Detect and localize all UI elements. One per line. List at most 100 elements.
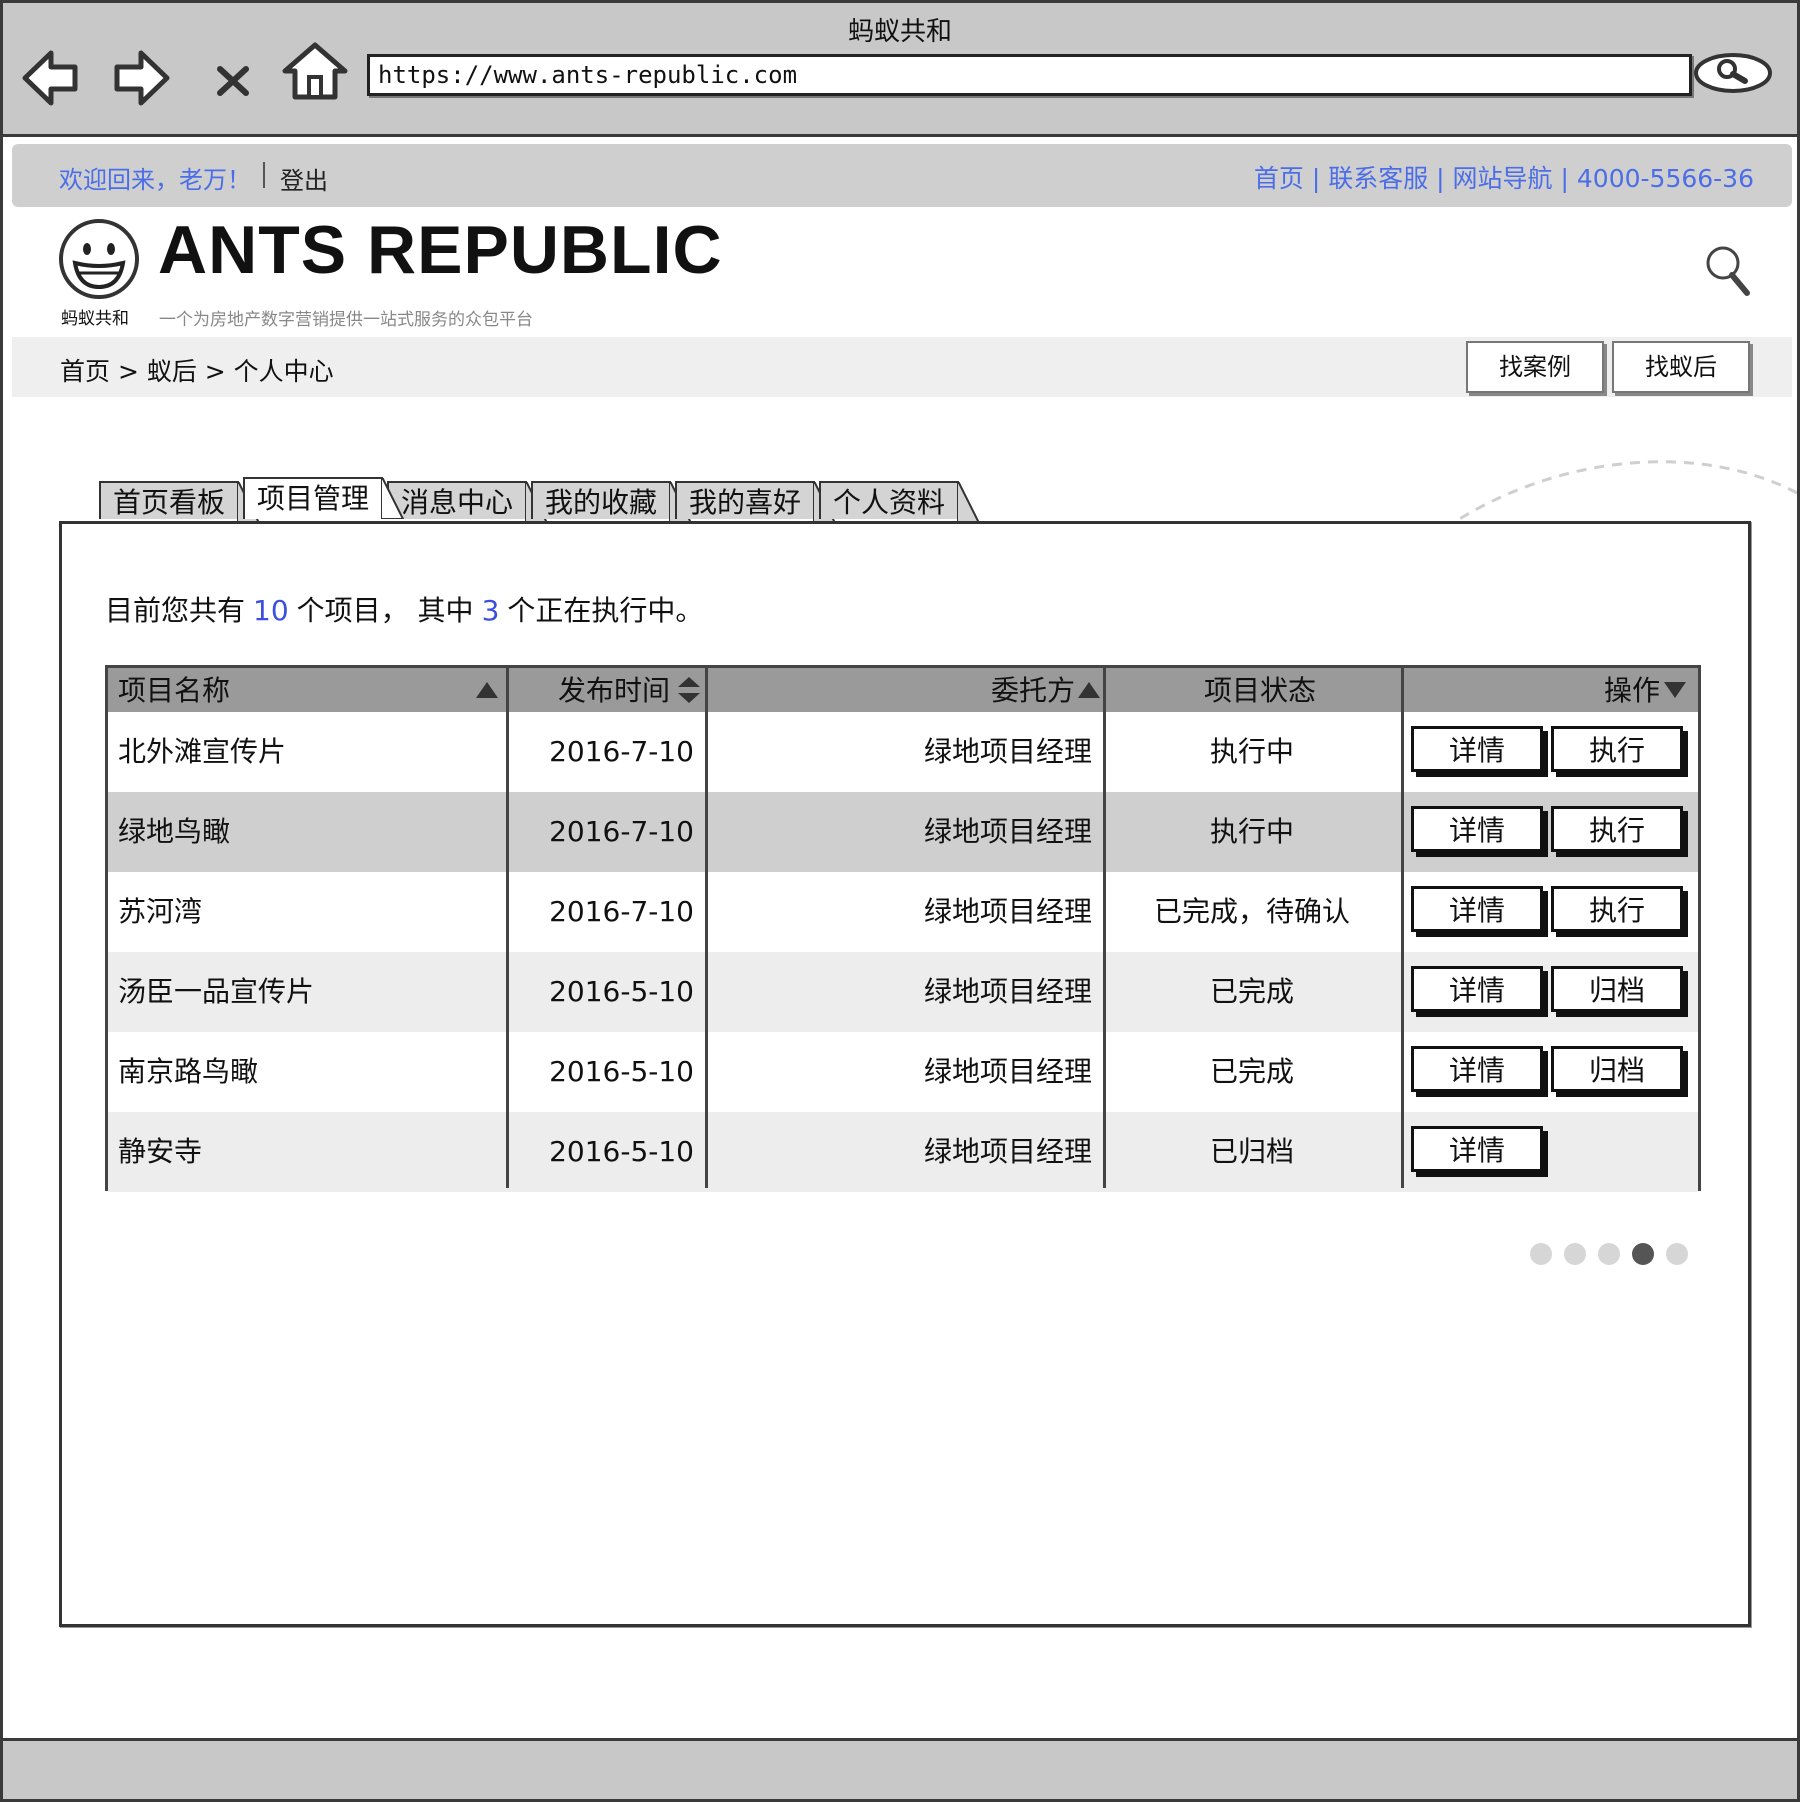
tab-label: 项目管理 (257, 482, 370, 515)
magnifier-icon[interactable] (1703, 243, 1755, 301)
sort-desc-icon[interactable] (1660, 668, 1690, 712)
running-count: 3 (481, 594, 500, 627)
tab-messages[interactable]: 消息中心 (387, 481, 549, 523)
publish-date-cell: 2016-7-10 (549, 815, 694, 848)
logo-caption: 蚂蚁共和 (61, 309, 129, 329)
status-cell: 已完成，待确认 (1153, 895, 1350, 928)
archive-button[interactable]: 归档 (1551, 1046, 1683, 1092)
page-dot[interactable] (1666, 1243, 1688, 1265)
page-dot[interactable] (1564, 1243, 1586, 1265)
header-label: 项目名称 (118, 674, 231, 707)
project-summary: 目前您共有 10 个项目， 其中 3 个正在执行中。 (105, 589, 703, 629)
client-cell: 绿地项目经理 (923, 1055, 1092, 1088)
detail-button[interactable]: 详情 (1411, 966, 1543, 1012)
tab-corner (957, 482, 981, 523)
detail-button[interactable]: 详情 (1411, 806, 1543, 852)
header-status[interactable]: 项目状态 (1204, 668, 1316, 712)
brand-slogan: 一个为房地产数字营销提供一站式服务的众包平台 (159, 310, 533, 330)
tab-label: 我的收藏 (545, 486, 658, 519)
status-cell: 执行中 (1209, 735, 1294, 768)
page-dot[interactable] (1632, 1243, 1654, 1265)
find-case-button[interactable]: 找案例 (1466, 341, 1604, 393)
detail-button[interactable]: 详情 (1411, 1046, 1543, 1092)
tab-label: 个人资料 (833, 486, 946, 519)
column-divider (705, 668, 708, 1188)
client-cell: 绿地项目经理 (923, 735, 1092, 768)
top-bar: 欢迎回来，老万！ 登出 首页 | 联系客服 | 网站导航 | 4000-5566… (12, 144, 1792, 207)
tab-dashboard[interactable]: 首页看板 (99, 481, 261, 523)
header-publish-time[interactable]: 发布时间 (558, 668, 670, 712)
project-table: 项目名称 发布时间 委托方 项目状态 操作 北外滩宣传片 2016-7-10 绿… (105, 665, 1701, 1192)
status-cell: 执行中 (1209, 815, 1294, 848)
tab-favorites[interactable]: 我的收藏 (531, 481, 693, 523)
home-link[interactable]: 首页 (1254, 164, 1304, 193)
url-input[interactable]: https://www.ants-republic.com (367, 54, 1692, 96)
header-actions[interactable]: 操作 (1604, 668, 1660, 712)
link-separator: | (1552, 164, 1577, 193)
table-row: 苏河湾 2016-7-10 绿地项目经理 已完成，待确认 详情 执行 (108, 872, 1698, 952)
detail-button[interactable]: 详情 (1411, 886, 1543, 932)
browser-status-bar (3, 1738, 1797, 1799)
header-project-name[interactable]: 项目名称 (118, 668, 230, 712)
summary-middle: 个项目， 其中 (296, 594, 474, 627)
home-icon[interactable] (279, 39, 351, 101)
project-name-cell: 苏河湾 (118, 895, 203, 928)
project-name-cell: 绿地鸟瞰 (118, 815, 231, 848)
page-dot[interactable] (1530, 1243, 1552, 1265)
publish-date-cell: 2016-5-10 (549, 1135, 694, 1168)
archive-button[interactable]: 归档 (1551, 966, 1683, 1012)
client-cell: 绿地项目经理 (923, 895, 1092, 928)
total-count: 10 (253, 594, 289, 627)
detail-button[interactable]: 详情 (1411, 726, 1543, 772)
search-icon[interactable] (1693, 51, 1773, 95)
welcome-text: 欢迎回来，老万！ (59, 166, 251, 194)
hotline-number: 4000-5566-36 (1576, 164, 1754, 193)
client-cell: 绿地项目经理 (923, 1135, 1092, 1168)
breadcrumb[interactable]: 首页 > 蚁后 > 个人中心 (60, 352, 334, 388)
site-nav-link[interactable]: 网站导航 (1453, 164, 1553, 193)
tab-corner (381, 478, 405, 519)
table-row: 南京路鸟瞰 2016-5-10 绿地项目经理 已完成 详情 归档 (108, 1032, 1698, 1112)
summary-suffix: 个正在执行中。 (507, 594, 704, 627)
header-label: 项目状态 (1204, 674, 1317, 707)
column-divider (506, 668, 509, 1188)
execute-button[interactable]: 执行 (1551, 886, 1683, 932)
detail-button[interactable]: 详情 (1411, 1126, 1543, 1172)
header-label: 发布时间 (558, 674, 671, 707)
publish-date-cell: 2016-7-10 (549, 895, 694, 928)
project-name-cell: 南京路鸟瞰 (118, 1055, 259, 1088)
find-queen-button[interactable]: 找蚁后 (1612, 341, 1750, 393)
browser-chrome: 蚂蚁共和 https://www.ants-republic.com (3, 3, 1797, 137)
execute-button[interactable]: 执行 (1551, 806, 1683, 852)
stop-icon[interactable] (208, 55, 258, 105)
tab-project-management[interactable]: 项目管理 (243, 477, 405, 519)
tab-label: 我的喜好 (689, 486, 802, 519)
header-client[interactable]: 委托方 (991, 668, 1075, 712)
top-links: 首页 | 联系客服 | 网站导航 | 4000-5566-36 (1254, 159, 1754, 195)
sort-asc-icon[interactable] (472, 668, 502, 712)
window-title: 蚂蚁共和 (847, 17, 952, 47)
sort-asc-icon[interactable] (1074, 668, 1104, 712)
execute-button[interactable]: 执行 (1551, 726, 1683, 772)
client-cell: 绿地项目经理 (923, 815, 1092, 848)
tab-label: 消息中心 (401, 486, 514, 519)
table-row: 静安寺 2016-5-10 绿地项目经理 已归档 详情 (108, 1112, 1698, 1192)
page-dot[interactable] (1598, 1243, 1620, 1265)
tab-preferences[interactable]: 我的喜好 (675, 481, 837, 523)
publish-date-cell: 2016-7-10 (549, 735, 694, 768)
logout-link[interactable]: 登出 (280, 161, 328, 196)
smiley-logo-icon[interactable] (57, 217, 141, 301)
header-label: 委托方 (991, 674, 1076, 707)
back-arrow-icon[interactable] (17, 43, 87, 113)
column-divider (1401, 668, 1404, 1188)
tab-profile[interactable]: 个人资料 (819, 481, 981, 523)
table-row: 汤臣一品宣传片 2016-5-10 绿地项目经理 已完成 详情 归档 (108, 952, 1698, 1032)
publish-date-cell: 2016-5-10 (549, 975, 694, 1008)
client-cell: 绿地项目经理 (923, 975, 1092, 1008)
customer-service-link[interactable]: 联系客服 (1328, 164, 1428, 193)
browser-window: 蚂蚁共和 https://www.ants-republic.com 欢迎回来，… (0, 0, 1800, 1802)
header-label: 操作 (1604, 674, 1661, 707)
forward-arrow-icon[interactable] (105, 43, 175, 113)
tab-label: 首页看板 (113, 486, 226, 519)
sort-both-icon[interactable] (674, 668, 704, 712)
